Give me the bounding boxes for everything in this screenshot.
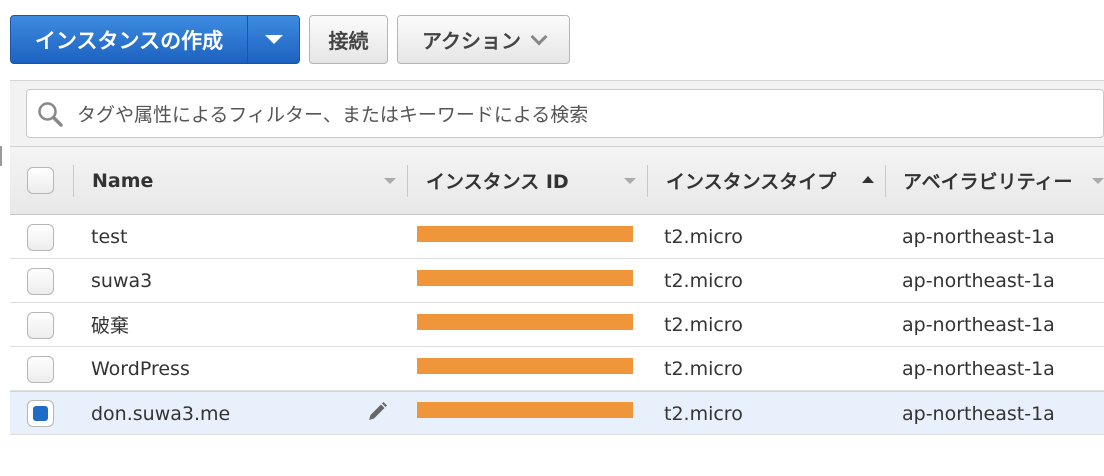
table-row[interactable]: test t2.micro ap-northeast-1a <box>10 215 1104 259</box>
filter-bar <box>10 80 1104 146</box>
caret-down-icon <box>264 35 283 44</box>
availability-zone: ap-northeast-1a <box>902 402 1055 425</box>
instance-name: don.suwa3.me <box>91 402 231 425</box>
instance-name: suwa3 <box>91 269 153 292</box>
instance-name: test <box>91 225 128 248</box>
table-row[interactable]: 破棄 t2.micro ap-northeast-1a <box>10 303 1104 347</box>
instance-type: t2.micro <box>664 357 743 380</box>
row-checkbox[interactable] <box>27 356 54 383</box>
pencil-edit-icon[interactable] <box>366 401 388 423</box>
table-row[interactable]: WordPress t2.micro ap-northeast-1a <box>10 347 1104 391</box>
row-checkbox[interactable] <box>27 224 54 251</box>
redacted-instance-id <box>417 314 633 330</box>
column-divider <box>73 165 74 197</box>
column-header-name[interactable]: Name <box>92 147 153 214</box>
column-divider <box>885 165 886 197</box>
sort-ascending-icon[interactable] <box>862 176 874 183</box>
row-checkbox[interactable] <box>27 312 54 339</box>
redacted-instance-id <box>417 402 633 418</box>
redacted-instance-id <box>417 358 633 374</box>
search-icon <box>38 102 63 127</box>
availability-zone: ap-northeast-1a <box>902 269 1055 292</box>
connect-button[interactable]: 接続 <box>309 15 388 64</box>
chevron-down-icon <box>530 28 548 45</box>
redacted-instance-id <box>417 226 633 242</box>
connect-label: 接続 <box>328 29 369 53</box>
row-checkbox[interactable] <box>27 268 54 295</box>
column-header-instance-type[interactable]: インスタンスタイプ <box>666 147 836 214</box>
availability-zone: ap-northeast-1a <box>902 357 1055 380</box>
search-input[interactable] <box>75 90 1089 139</box>
column-divider <box>647 165 648 197</box>
column-header-availability-zone[interactable]: アベイラビリティー <box>903 147 1093 214</box>
instance-type: t2.micro <box>664 402 743 425</box>
table-row-selected[interactable]: don.suwa3.me t2.micro ap-northeast-1a <box>10 391 1104 435</box>
row-checkbox-checked[interactable] <box>27 400 54 427</box>
column-menu-icon[interactable] <box>624 178 636 184</box>
instance-type: t2.micro <box>664 269 743 292</box>
table-row[interactable]: suwa3 t2.micro ap-northeast-1a <box>10 259 1104 303</box>
column-header-instance-id[interactable]: インスタンス ID <box>426 147 569 214</box>
search-box <box>26 89 1104 139</box>
actions-label: アクション <box>422 29 521 53</box>
toolbar: インスタンスの作成 接続 アクション <box>0 0 1104 80</box>
availability-zone: ap-northeast-1a <box>902 313 1055 336</box>
instance-name: 破棄 <box>91 315 130 337</box>
select-all-checkbox[interactable] <box>27 167 54 194</box>
column-menu-icon[interactable] <box>1092 178 1104 184</box>
panel-edge <box>0 146 2 166</box>
table-header: Name インスタンス ID インスタンスタイプ アベイラビリティー <box>10 146 1104 215</box>
column-divider <box>407 165 408 197</box>
launch-instance-button[interactable]: インスタンスの作成 <box>11 16 247 63</box>
availability-zone: ap-northeast-1a <box>902 225 1055 248</box>
instance-name: WordPress <box>91 357 190 380</box>
launch-instance-button-group: インスタンスの作成 <box>10 15 300 64</box>
launch-instance-dropdown-button[interactable] <box>247 16 299 63</box>
redacted-instance-id <box>417 270 633 286</box>
column-menu-icon[interactable] <box>384 178 396 184</box>
actions-button[interactable]: アクション <box>397 15 570 64</box>
instance-type: t2.micro <box>664 313 743 336</box>
instance-type: t2.micro <box>664 225 743 248</box>
